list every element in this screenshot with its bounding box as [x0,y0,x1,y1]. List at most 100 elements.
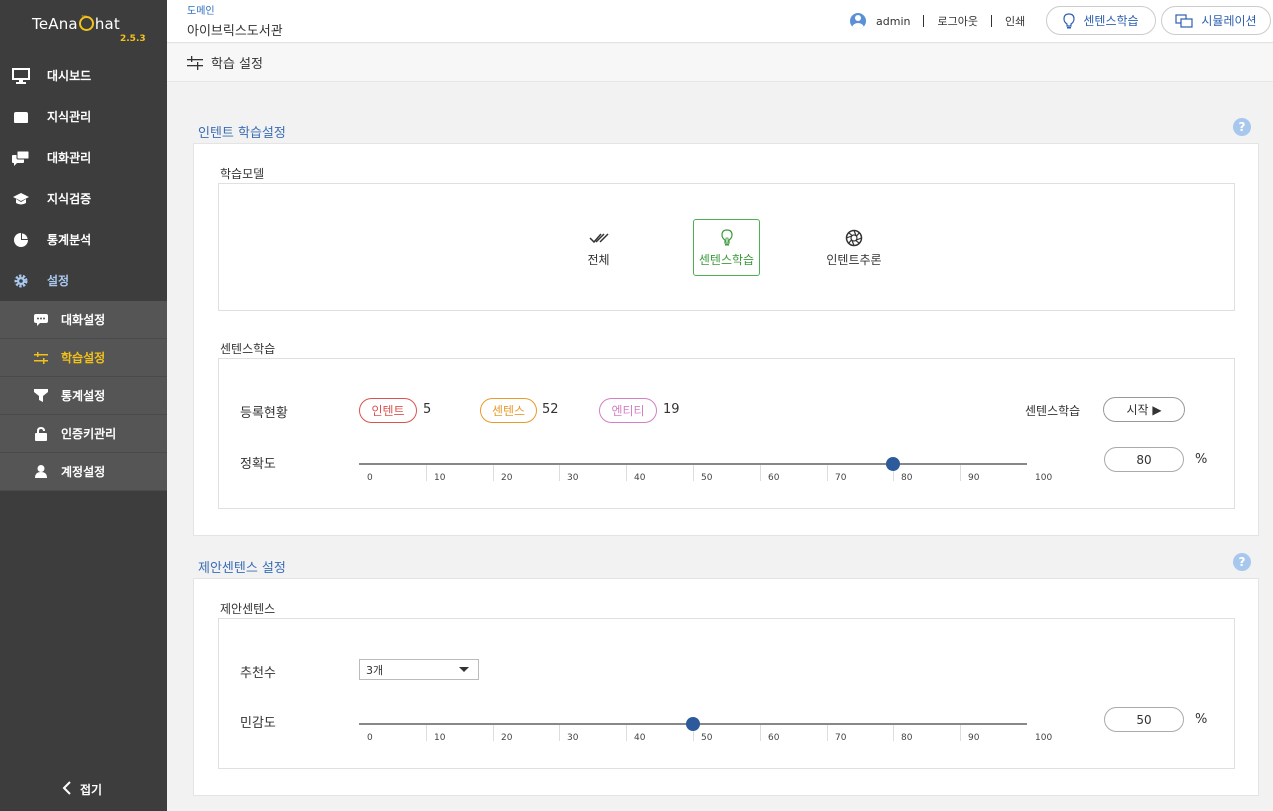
sentence-count: 52 [542,402,559,417]
app-version: 2.5.3 [120,34,146,44]
sidebar-subitem-statistics-settings[interactable]: 통계설정 [0,377,167,415]
sidebar: TeAnahat 2.5.3 대시보드 지식관리 대화관리 지식검증 통계분석 [0,0,167,811]
dropdown-arrow-icon [459,667,469,672]
sidebar-item-knowledge[interactable]: 지식관리 [0,96,167,137]
domain-label: 도메인 [187,6,215,17]
lock-icon [33,426,49,441]
sensitivity-slider[interactable]: 0 10 20 30 40 50 60 70 80 90 100 [359,717,1052,749]
slider-tick-label: 90 [968,733,980,743]
intent-badge: 인텐트 [359,398,417,423]
slider-tick-label: 20 [501,733,513,743]
lightbulb-icon [720,228,733,248]
sidebar-item-statistics[interactable]: 통계분석 [0,219,167,260]
logout-link[interactable]: 로그아웃 [937,13,977,29]
domain-name[interactable]: 아이브릭스도서관 [187,20,283,39]
filter-icon [33,389,49,402]
slider-tick [493,725,494,741]
slider-tick [626,465,627,481]
sidebar-subitem-account[interactable]: 계정설정 [0,453,167,491]
brand-name: TeAnahat [32,12,120,33]
windows-icon [1175,13,1193,28]
accuracy-slider[interactable]: 0 10 20 30 40 50 60 70 80 90 100 [359,457,1052,489]
help-icon[interactable]: ? [1233,553,1251,571]
slider-tick-label: 50 [701,473,713,483]
model-option-sentence[interactable]: 센텐스학습 [693,219,760,276]
lightbulb-icon [1063,12,1075,29]
sidebar-item-label: 대시보드 [47,69,92,83]
slider-tick-label: 90 [968,473,980,483]
percent-sign: % [1195,452,1208,467]
slider-thumb[interactable] [686,717,700,731]
slider-tick [626,725,627,741]
folder-icon [12,108,30,126]
print-link[interactable]: 인쇄 [1005,13,1025,29]
percent-sign: % [1195,712,1208,727]
app-logo[interactable]: TeAnahat 2.5.3 [0,0,167,55]
slider-tick-label: 10 [434,473,446,483]
sidebar-item-settings[interactable]: 설정 [0,260,167,301]
simulation-button[interactable]: 시뮬레이션 [1161,6,1271,35]
monitor-icon [12,67,30,85]
sidebar-subitem-conversation-settings[interactable]: 대화설정 [0,301,167,339]
slider-tick-label: 80 [901,733,913,743]
sidebar-subitem-label: 인증키관리 [61,427,117,441]
user-avatar-icon [850,13,866,29]
model-option-intent-inference[interactable]: 인텐트추론 [820,219,888,276]
intent-section-title: 인텐트 학습설정 [198,126,286,141]
settings-submenu: 대화설정 학습설정 통계설정 인증키관리 계정설정 [0,301,167,491]
slider-tick-label: 70 [835,473,847,483]
sidebar-item-dashboard[interactable]: 대시보드 [0,55,167,96]
sentence-learning-box: 등록현황 인텐트 5 센텐스 52 엔티티 19 센텐스학습 시작 ▶ 정확도 … [218,358,1235,509]
slider-tick [827,465,828,481]
suggest-box: 추천수 3개 민감도 0 10 20 30 40 50 60 70 80 90 100 50 % [218,618,1235,769]
sidebar-subitem-learning-settings[interactable]: 학습설정 [0,339,167,377]
model-option-label: 센텐스학습 [698,252,755,267]
entity-badge: 엔티티 [599,398,657,423]
collapse-label: 접기 [80,783,103,797]
slider-tick-label: 80 [901,473,913,483]
sidebar-item-conversation[interactable]: 대화관리 [0,137,167,178]
sidebar-subitem-label: 계정설정 [61,465,106,479]
sidebar-item-label: 설정 [47,274,70,288]
user-icon [33,465,49,478]
slider-thumb[interactable] [886,457,900,471]
slider-tick-label: 30 [567,473,579,483]
model-option-label: 인텐트추론 [826,252,882,267]
sidebar-subitem-auth-key[interactable]: 인증키관리 [0,415,167,453]
chat-bubble-logo-icon [78,12,94,31]
model-option-label: 전체 [587,252,610,267]
slider-tick-label: 0 [367,733,373,743]
slider-tick [827,725,828,741]
slider-tick-label: 60 [768,473,780,483]
slider-tick [960,465,961,481]
username[interactable]: admin [876,15,910,28]
start-learning-button[interactable]: 시작 ▶ [1103,397,1185,422]
sensitivity-input[interactable]: 50 [1104,707,1184,732]
collapse-sidebar-button[interactable]: 접기 [62,780,102,799]
slider-tick [493,465,494,481]
sensitivity-label: 민감도 [240,716,276,731]
slider-tick-label: 100 [1035,733,1053,743]
sentence-learning-button[interactable]: 센텐스학습 [1046,6,1156,35]
page-title: 학습 설정 [211,57,263,72]
page-header: 학습 설정 [167,44,1273,82]
sidebar-subitem-label: 대화설정 [61,313,106,327]
sidebar-item-label: 지식검증 [47,192,92,206]
model-option-all[interactable]: 전체 [565,219,632,276]
recommend-count-select[interactable]: 3개 [359,659,479,680]
help-icon[interactable]: ? [1233,118,1251,136]
divider [923,15,925,27]
slider-tick-label: 40 [634,473,646,483]
top-header: 도메인 아이브릭스도서관 admin 로그아웃 인쇄 센텐스학습 시뮬레이션 [167,0,1273,43]
run-learning-label: 센텐스학습 [1025,404,1081,418]
slider-tick-label: 20 [501,473,513,483]
sentence-learning-label: 센텐스학습 [1083,14,1139,28]
entity-count: 19 [663,402,680,417]
sidebar-subitem-label: 통계설정 [61,389,106,403]
slider-tick [693,465,694,481]
sidebar-item-verification[interactable]: 지식검증 [0,178,167,219]
pie-chart-icon [12,231,30,249]
chat-icon [12,149,30,167]
slider-tick [559,725,560,741]
accuracy-input[interactable]: 80 [1104,447,1184,472]
